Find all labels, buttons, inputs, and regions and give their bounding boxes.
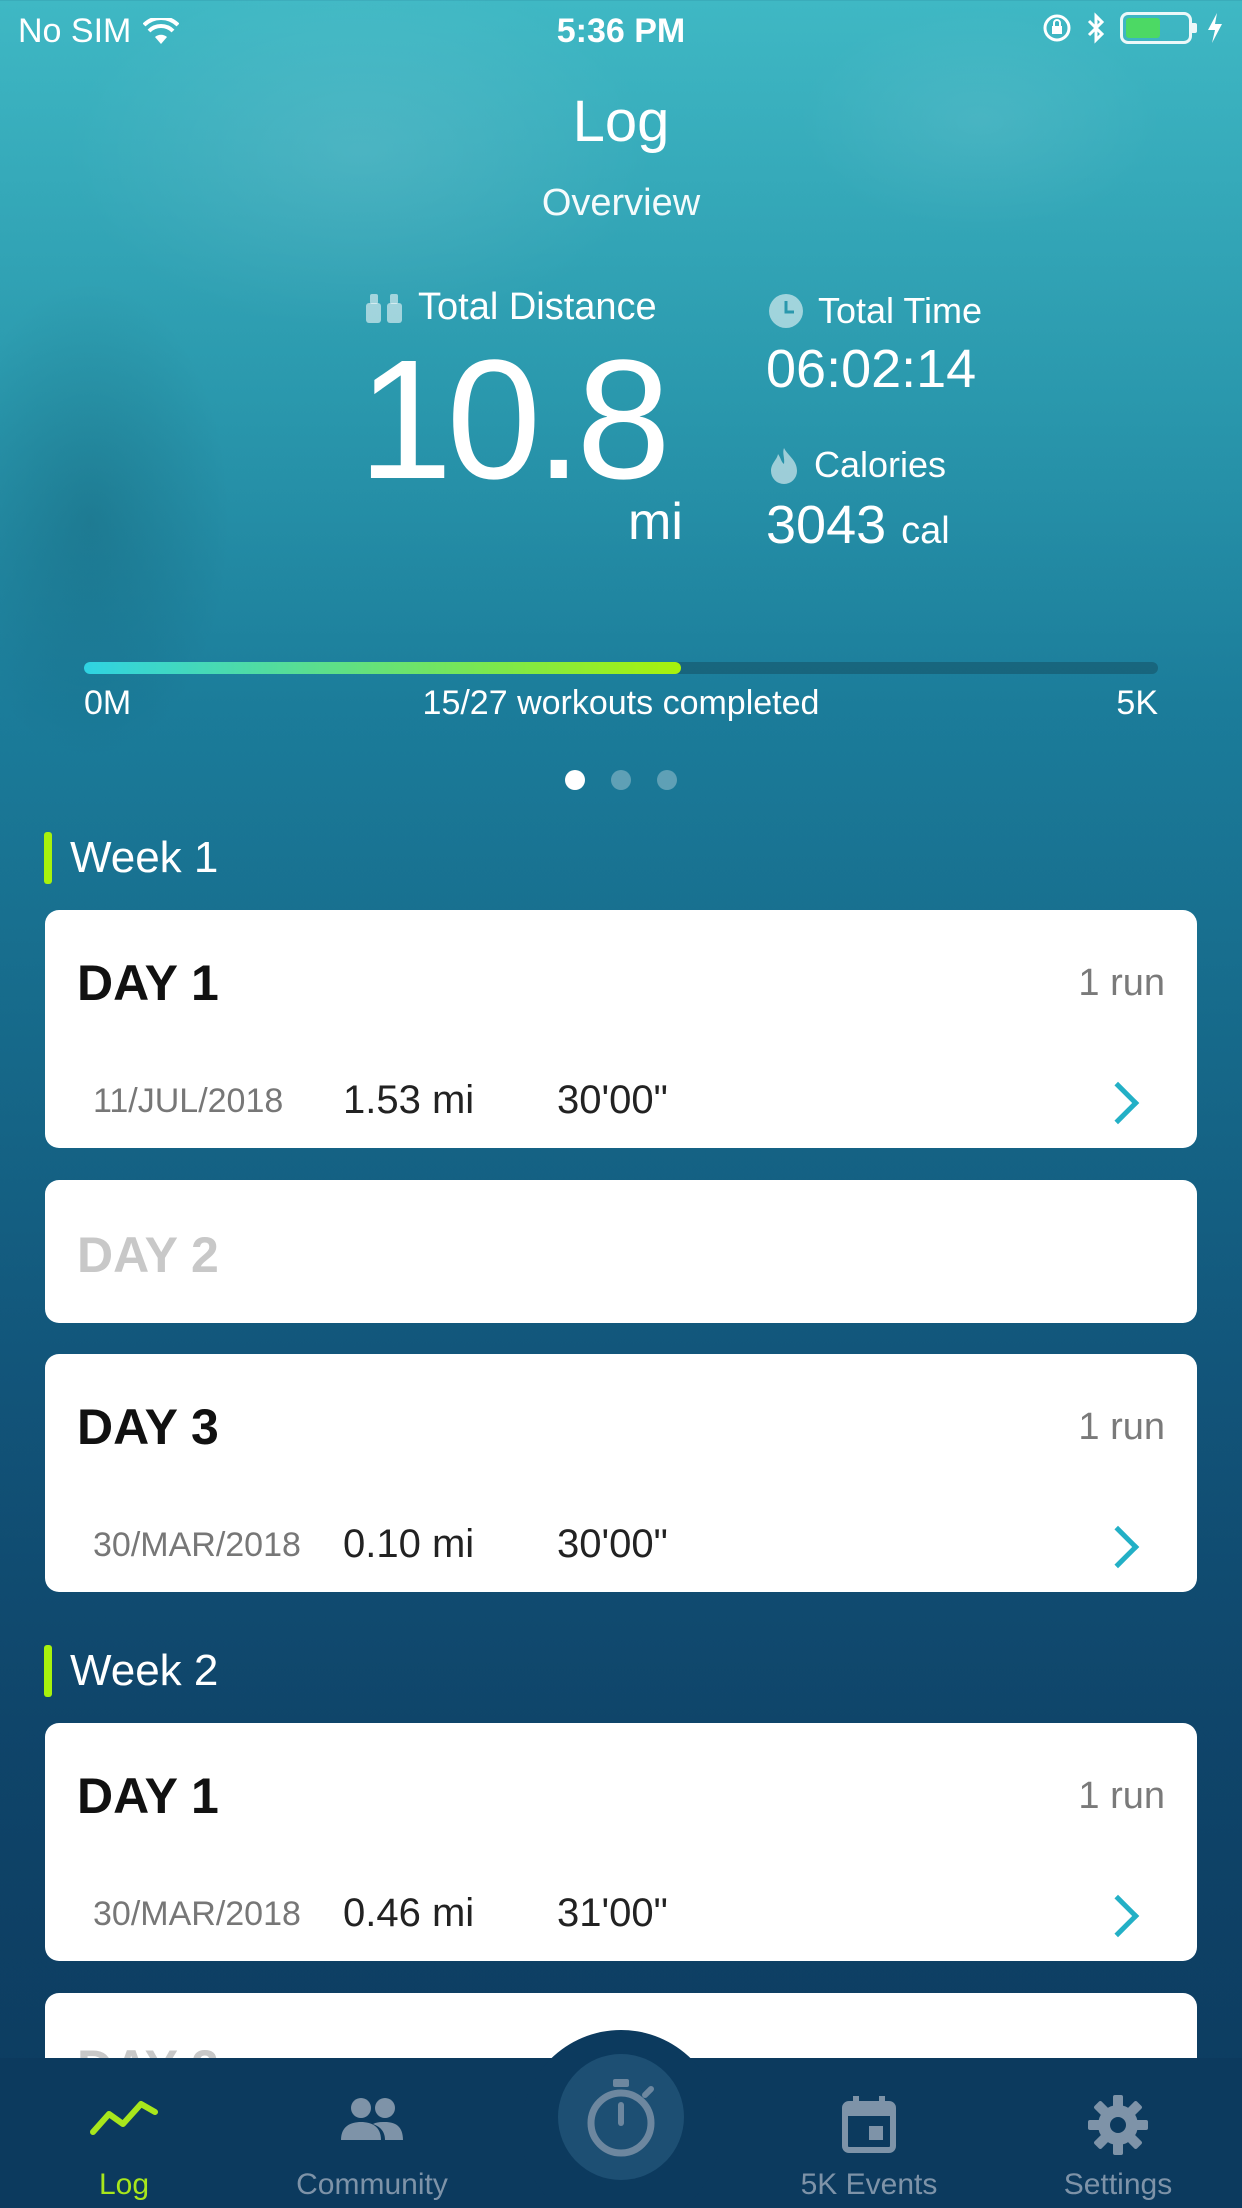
page-dot[interactable] (565, 770, 585, 790)
day-card[interactable]: DAY 1 1 run 11/JUL/2018 1.53 mi 30'00" (45, 910, 1197, 1148)
chevron-right-icon[interactable] (1096, 1081, 1140, 1125)
run-duration: 30'00" (557, 1078, 668, 1122)
run-date: 11/JUL/2018 (93, 1082, 284, 1120)
total-distance-label: Total Distance (418, 286, 657, 328)
total-distance-value: 10.8 (358, 325, 671, 515)
tab-settings-label: Settings (1063, 2168, 1173, 2201)
tab-log-label: Log (98, 2168, 150, 2201)
gear-icon (1088, 2095, 1148, 2155)
day-card[interactable]: DAY 2 (45, 1180, 1197, 1323)
tab-5k-events[interactable]: 5K Events (745, 2058, 993, 2208)
tab-log[interactable]: Log (0, 2058, 248, 2208)
total-distance-label-group: Total Distance (364, 286, 657, 329)
tab-settings[interactable]: Settings (994, 2058, 1242, 2208)
page-dot[interactable] (657, 770, 677, 790)
tab-community[interactable]: Community (248, 2058, 496, 2208)
week-accent-bar (44, 832, 52, 884)
total-time-value: 06:02:14 (766, 339, 977, 399)
flame-icon (771, 448, 797, 484)
workout-progress-bar (84, 662, 1158, 674)
week-label: Week 2 (70, 1646, 219, 1695)
day-label: DAY 2 (77, 1227, 219, 1283)
run-duration: 30'00" (557, 1522, 668, 1566)
week-header: Week 1 (44, 832, 218, 884)
total-time-label-group: Total Time (768, 290, 982, 332)
run-count: 1 run (1078, 962, 1165, 1004)
run-distance: 1.53 mi (343, 1078, 475, 1122)
status-icons (1042, 12, 1224, 44)
calories-label: Calories (814, 444, 947, 485)
week-header: Week 2 (44, 1645, 218, 1697)
page-title: Log (572, 89, 670, 154)
run-duration: 31'00" (557, 1891, 668, 1935)
day-card[interactable]: DAY 3 1 run 30/MAR/2018 0.10 mi 30'00" (45, 1354, 1197, 1592)
clock-icon (769, 294, 803, 328)
day-card[interactable]: DAY 1 1 run 30/MAR/2018 0.46 mi 31'00" (45, 1723, 1197, 1961)
tab-5k-events-label: 5K Events (800, 2168, 938, 2201)
progress-status-text: 15/27 workouts completed (422, 684, 820, 722)
binoculars-icon (366, 293, 402, 323)
charging-bolt-icon (1208, 13, 1222, 43)
calories-value: 3043 (766, 495, 887, 555)
calories-unit: cal (901, 510, 950, 552)
day-label: DAY 1 (77, 955, 219, 1011)
chevron-right-icon[interactable] (1096, 1894, 1140, 1938)
chevron-right-icon[interactable] (1096, 1525, 1140, 1569)
people-icon (341, 2098, 403, 2140)
tab-community-label: Community (296, 2168, 448, 2201)
calories-label-group: Calories (768, 444, 946, 486)
week-accent-bar (44, 1645, 52, 1697)
orientation-lock-icon (1043, 14, 1071, 42)
page-dot[interactable] (611, 770, 631, 790)
status-bar: No SIM 5:36 PM (0, 0, 1242, 60)
total-time-label: Total Time (818, 290, 983, 331)
run-count: 1 run (1078, 1406, 1165, 1448)
day-label: DAY 3 (77, 1399, 219, 1455)
run-distance: 0.10 mi (343, 1522, 475, 1566)
week-label: Week 1 (70, 833, 219, 882)
activity-chart-icon (90, 2101, 158, 2135)
run-count: 1 run (1078, 1775, 1165, 1817)
stopwatch-icon (587, 2079, 655, 2157)
battery-icon (1120, 12, 1197, 44)
start-workout-button[interactable] (558, 2054, 684, 2180)
workout-progress-fill (84, 662, 681, 674)
progress-end-label: 5K (1116, 684, 1158, 722)
run-date: 30/MAR/2018 (93, 1895, 301, 1933)
bluetooth-icon (1087, 12, 1105, 44)
page-indicator[interactable] (0, 770, 1242, 790)
page-subtitle: Overview (541, 182, 701, 224)
day-label: DAY 1 (77, 1768, 219, 1824)
calendar-icon (842, 2096, 896, 2153)
total-distance-unit: mi (628, 493, 683, 551)
run-date: 30/MAR/2018 (93, 1526, 301, 1564)
run-distance: 0.46 mi (343, 1891, 475, 1935)
calories-value-group: 3043 cal (766, 494, 950, 556)
